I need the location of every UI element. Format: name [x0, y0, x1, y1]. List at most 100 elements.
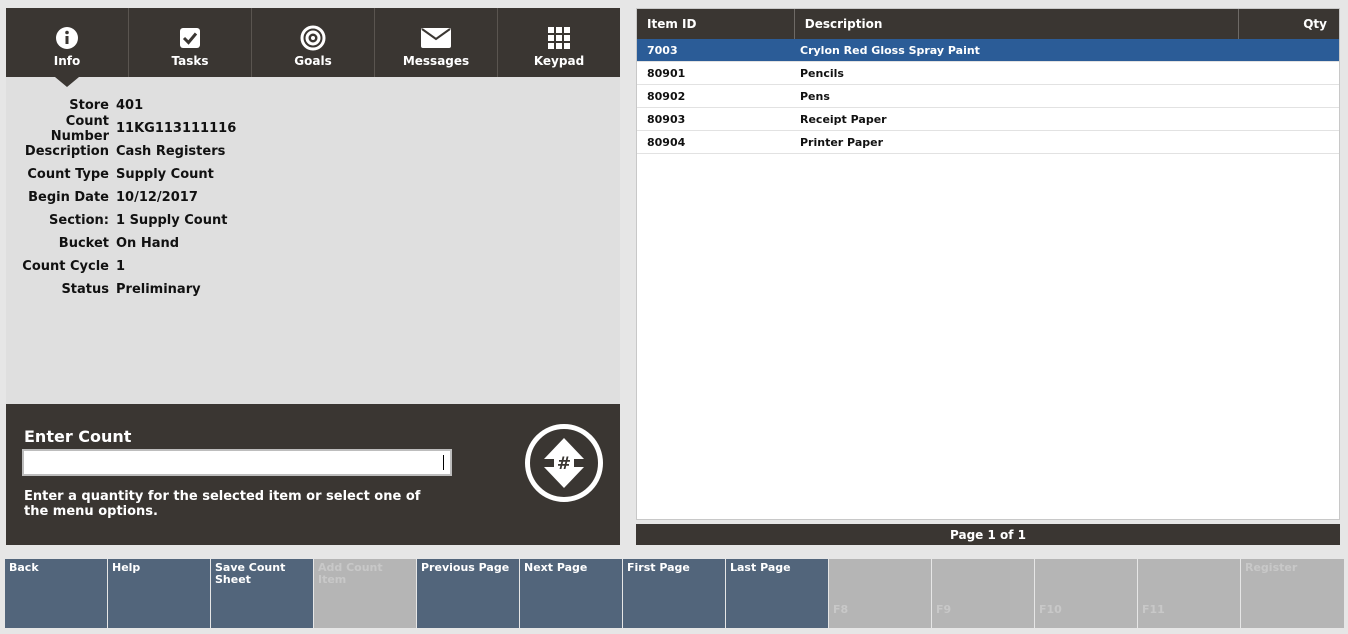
fkey-number: F9: [936, 603, 952, 616]
help-button[interactable]: Help: [108, 559, 210, 628]
cell-qty: [1235, 62, 1335, 84]
field-bucket: Bucket On Hand: [6, 232, 620, 255]
table-row[interactable]: 80901 Pencils: [637, 62, 1339, 85]
enter-count-panel: Enter Count Enter a quantity for the sel…: [6, 404, 620, 545]
field-status: Status Preliminary: [6, 278, 620, 301]
f11-button: F11: [1138, 559, 1240, 628]
envelope-icon: [421, 26, 451, 50]
info-fields: Store 401 Count Number 11KG113111116 Descr…: [6, 94, 620, 301]
fkey-label: Save Count Sheet: [215, 561, 286, 586]
fkey-number: F8: [833, 603, 849, 616]
field-label: Status: [61, 282, 109, 297]
register-button: Register: [1241, 559, 1344, 628]
cell-item-id: 7003: [647, 43, 678, 57]
fkey-number: F11: [1142, 603, 1165, 616]
field-label: Count Cycle: [22, 259, 109, 274]
fkey-label: First Page: [627, 561, 690, 574]
cell-description: Receipt Paper: [800, 112, 887, 126]
tab-keypad[interactable]: Keypad: [498, 8, 620, 77]
fkey-label: Last Page: [730, 561, 791, 574]
cell-qty: [1235, 85, 1335, 107]
page-indicator: Page 1 of 1: [636, 524, 1340, 545]
field-description: Description Cash Registers: [6, 140, 620, 163]
field-value: 401: [116, 98, 144, 113]
tab-messages[interactable]: Messages: [375, 8, 498, 77]
cell-description: Pens: [800, 89, 830, 103]
table-row[interactable]: 7003 Crylon Red Gloss Spray Paint: [637, 39, 1339, 62]
field-value: On Hand: [116, 236, 180, 251]
tab-label: Info: [53, 54, 81, 68]
hash-symbol: #: [557, 454, 571, 474]
last-page-button[interactable]: Last Page: [726, 559, 828, 628]
column-header-item-id[interactable]: Item ID: [637, 9, 795, 39]
tab-info[interactable]: Info: [6, 8, 129, 87]
grid-header: Item ID Description Qty: [637, 9, 1339, 39]
back-button[interactable]: Back: [5, 559, 107, 628]
cell-item-id: 80903: [647, 112, 686, 126]
add-count-item-button: Add Count Item: [314, 559, 416, 628]
checkbox-icon: [179, 26, 201, 50]
tab-label: Tasks: [171, 54, 209, 68]
count-input[interactable]: [24, 451, 450, 474]
cell-description: Printer Paper: [800, 135, 884, 149]
field-section: Section: 1 Supply Count: [6, 209, 620, 232]
tab-tasks[interactable]: Tasks: [129, 8, 252, 77]
fkey-label: Previous Page: [421, 561, 510, 574]
field-value: Cash Registers: [116, 144, 226, 159]
field-label: Bucket: [58, 236, 109, 251]
info-panel: Info Tasks Goals Messages Keypad Store 4…: [6, 8, 620, 545]
field-count-number: Count Number 11KG113111116: [6, 114, 620, 144]
fkey-label: Back: [9, 561, 39, 574]
info-icon: [55, 26, 79, 50]
table-row[interactable]: 80902 Pens: [637, 85, 1339, 108]
field-label: Section:: [49, 213, 109, 228]
field-count-cycle: Count Cycle 1: [6, 255, 620, 278]
fkey-label: Next Page: [524, 561, 588, 574]
field-value: Preliminary: [116, 282, 201, 297]
fkey-label: Help: [112, 561, 141, 574]
target-icon: [300, 25, 326, 51]
column-header-description[interactable]: Description: [795, 9, 1240, 39]
fkey-number: F10: [1039, 603, 1062, 616]
text-caret: [443, 455, 444, 470]
table-row[interactable]: 80904 Printer Paper: [637, 131, 1339, 154]
count-help-text: Enter a quantity for the selected item o…: [24, 489, 421, 519]
keypad-icon: [548, 26, 570, 50]
cell-item-id: 80902: [647, 89, 686, 103]
f10-button: F10: [1035, 559, 1137, 628]
field-count-type: Count Type Supply Count: [6, 163, 620, 186]
cell-qty: [1235, 108, 1335, 130]
enter-count-title: Enter Count: [24, 427, 132, 446]
field-label: Begin Date: [28, 190, 109, 205]
tab-label: Keypad: [533, 54, 585, 68]
tab-goals[interactable]: Goals: [252, 8, 375, 77]
field-label: Store: [69, 98, 109, 113]
column-header-qty[interactable]: Qty: [1239, 9, 1339, 39]
enter-count-button[interactable]: #: [525, 424, 603, 502]
field-value: 1: [116, 259, 126, 274]
first-page-button[interactable]: First Page: [623, 559, 725, 628]
tab-label: Messages: [402, 54, 470, 68]
cell-qty: [1235, 131, 1335, 153]
cell-item-id: 80901: [647, 66, 686, 80]
fkey-label: Register: [1245, 561, 1298, 574]
field-value: 1 Supply Count: [116, 213, 228, 228]
item-grid: Item ID Description Qty 7003 Crylon Red …: [636, 8, 1340, 520]
fkey-label: Add Count Item: [318, 561, 383, 586]
table-row[interactable]: 80903 Receipt Paper: [637, 108, 1339, 131]
tab-label: Goals: [294, 54, 332, 68]
f9-button: F9: [932, 559, 1034, 628]
f8-button: F8: [829, 559, 931, 628]
save-count-sheet-button[interactable]: Save Count Sheet: [211, 559, 313, 628]
function-key-bar: Back Help Save Count Sheet Add Count Ite…: [5, 559, 1345, 628]
field-label: Count Number: [50, 113, 109, 144]
next-page-button[interactable]: Next Page: [520, 559, 622, 628]
hash-arrows-icon: #: [544, 438, 584, 488]
cell-item-id: 80904: [647, 135, 686, 149]
previous-page-button[interactable]: Previous Page: [417, 559, 519, 628]
cell-qty: [1235, 39, 1335, 61]
count-input-wrapper: [22, 449, 452, 476]
field-value: 10/12/2017: [116, 190, 198, 205]
tab-bar: Info Tasks Goals Messages Keypad: [6, 8, 620, 87]
field-label: Count Type: [27, 167, 109, 182]
